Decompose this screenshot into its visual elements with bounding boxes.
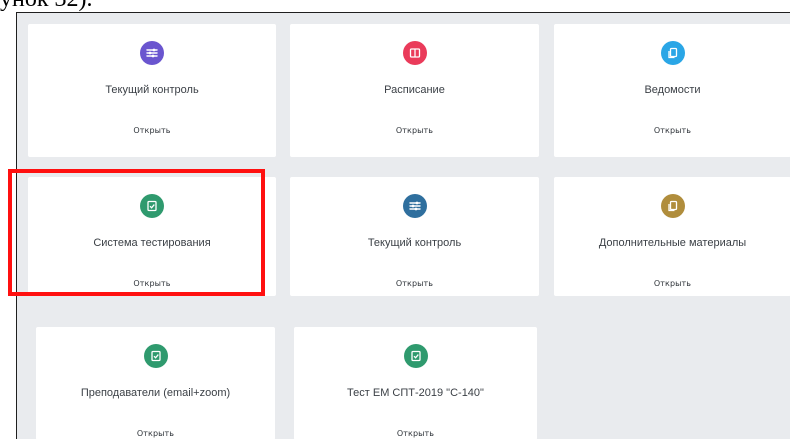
module-title: Система тестирования bbox=[93, 237, 211, 249]
book-icon bbox=[402, 41, 427, 65]
module-card-additional-materials[interactable]: Дополнительные материалы Открыть bbox=[554, 177, 790, 296]
open-link[interactable]: Открыть bbox=[28, 126, 276, 135]
document-caption: унок 32). bbox=[0, 0, 93, 12]
test-icon bbox=[143, 344, 168, 368]
open-link[interactable]: Открыть bbox=[554, 126, 790, 135]
module-card-test-em[interactable]: Тест ЕМ СПТ-2019 "С-140" Открыть bbox=[294, 327, 537, 439]
test-icon bbox=[140, 194, 164, 218]
open-link[interactable]: Открыть bbox=[290, 126, 539, 135]
module-card-current-control[interactable]: Текущий контроль Открыть bbox=[28, 24, 276, 157]
sliders-icon bbox=[140, 41, 164, 65]
open-link[interactable]: Открыть bbox=[294, 429, 537, 438]
module-title: Расписание bbox=[384, 84, 445, 96]
test-icon bbox=[403, 344, 428, 368]
module-card-testing-system[interactable]: Система тестирования Открыть bbox=[28, 177, 276, 296]
module-title: Ведомости bbox=[644, 84, 701, 96]
module-card-schedule[interactable]: Расписание Открыть bbox=[290, 24, 539, 157]
module-title: Дополнительные материалы bbox=[598, 237, 747, 249]
module-card-teachers[interactable]: Преподаватели (email+zoom) Открыть bbox=[36, 327, 275, 439]
copy-icon bbox=[660, 194, 685, 218]
module-card-current-control-2[interactable]: Текущий контроль Открыть bbox=[290, 177, 539, 296]
open-link[interactable]: Открыть bbox=[36, 429, 275, 438]
module-title: Текущий контроль bbox=[105, 84, 199, 96]
module-card-statements[interactable]: Ведомости Открыть bbox=[554, 24, 790, 157]
copy-icon bbox=[660, 41, 685, 65]
module-title: Преподаватели (email+zoom) bbox=[80, 387, 231, 399]
sliders-icon bbox=[402, 194, 427, 218]
module-title: Текущий контроль bbox=[367, 237, 462, 249]
open-link[interactable]: Открыть bbox=[290, 279, 539, 288]
open-link[interactable]: Открыть bbox=[28, 279, 276, 288]
modules-screen: Текущий контроль Открыть Расписание Откр… bbox=[16, 12, 790, 439]
open-link[interactable]: Открыть bbox=[554, 279, 790, 288]
module-title: Тест ЕМ СПТ-2019 "С-140" bbox=[347, 387, 484, 399]
